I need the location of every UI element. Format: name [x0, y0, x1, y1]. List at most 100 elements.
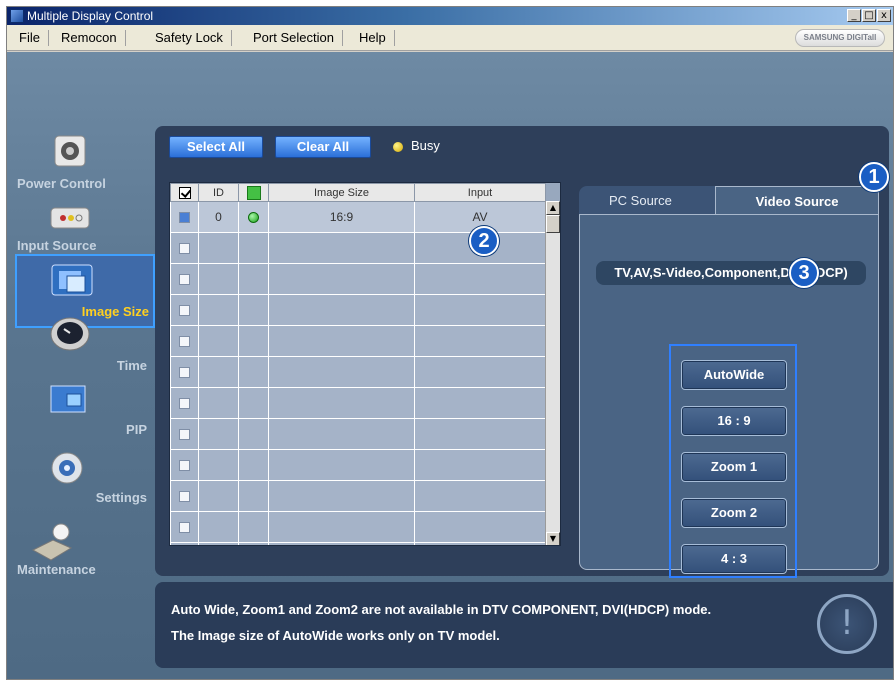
cell-input	[414, 511, 546, 543]
cell-image-size	[268, 511, 415, 543]
menu-safety-lock[interactable]: Safety Lock	[147, 30, 232, 46]
checkbox-icon	[179, 429, 190, 441]
row-checkbox[interactable]	[170, 542, 199, 545]
menu-help[interactable]: Help	[351, 30, 395, 46]
cell-image-size: 16:9	[268, 201, 415, 233]
cell-input	[414, 418, 546, 450]
cell-status	[238, 356, 269, 388]
table-row[interactable]	[170, 325, 546, 357]
menu-remocon[interactable]: Remocon	[53, 30, 126, 46]
row-checkbox[interactable]	[170, 201, 199, 233]
menu-port-selection[interactable]: Port Selection	[245, 30, 343, 46]
table-row[interactable]	[170, 449, 546, 481]
row-checkbox[interactable]	[170, 294, 199, 326]
cell-image-size	[268, 325, 415, 357]
header-select-all-checkbox[interactable]	[170, 183, 199, 202]
cell-id	[198, 232, 239, 264]
zoom-1-button[interactable]: Zoom 1	[681, 452, 787, 482]
row-checkbox[interactable]	[170, 325, 199, 357]
table-row[interactable]	[170, 542, 546, 545]
sidebar-item-settings[interactable]: Settings	[15, 450, 155, 522]
checkbox-icon	[179, 460, 190, 472]
cell-input	[414, 325, 546, 357]
ratio-4-3-button[interactable]: 4 : 3	[681, 544, 787, 574]
menu-file[interactable]: File	[11, 30, 49, 46]
cell-image-size	[268, 542, 415, 545]
row-checkbox[interactable]	[170, 449, 199, 481]
cell-image-size	[268, 480, 415, 512]
sidebar-item-maintenance[interactable]: Maintenance	[15, 522, 155, 594]
table-row[interactable]	[170, 418, 546, 450]
app-window: Multiple Display Control _ □ x File Remo…	[6, 6, 894, 680]
cell-id	[198, 294, 239, 326]
online-status-icon	[248, 212, 259, 224]
cell-id	[198, 263, 239, 295]
row-checkbox[interactable]	[170, 480, 199, 512]
row-checkbox[interactable]	[170, 263, 199, 295]
video-source-modes: TV,AV,S-Video,Component,DVI(HDCP)	[596, 261, 866, 285]
clock-icon	[50, 317, 90, 351]
checkbox-icon	[178, 186, 191, 199]
table-scrollbar[interactable]: ▲ ▼	[545, 201, 560, 545]
app-body: Power Control Input Source Image Size Ti…	[7, 52, 893, 679]
cell-id	[198, 542, 239, 545]
sidebar-item-time[interactable]: Time	[15, 314, 155, 386]
select-all-button[interactable]: Select All	[169, 136, 263, 158]
cell-image-size	[268, 294, 415, 326]
table-row[interactable]	[170, 263, 546, 295]
cell-input	[414, 480, 546, 512]
cell-input	[414, 356, 546, 388]
tab-video-source[interactable]: Video Source	[715, 186, 879, 216]
window-controls: _ □ x	[847, 9, 891, 22]
info-panel: Auto Wide, Zoom1 and Zoom2 are not avail…	[155, 582, 893, 668]
scroll-thumb[interactable]	[546, 215, 560, 233]
table-row[interactable]	[170, 480, 546, 512]
ratio-16-9-button[interactable]: 16 : 9	[681, 406, 787, 436]
scroll-down-icon[interactable]: ▼	[546, 532, 560, 545]
sidebar-item-power-control[interactable]: Power Control	[15, 132, 155, 204]
sidebar-label: Power Control	[17, 176, 106, 191]
cell-input	[414, 449, 546, 481]
sidebar-label: Settings	[95, 490, 147, 505]
callout-marker-1: 1	[859, 162, 889, 192]
row-checkbox[interactable]	[170, 511, 199, 543]
minimize-button[interactable]: _	[847, 9, 861, 22]
checkbox-icon	[179, 491, 190, 503]
sidebar-label: Input Source	[17, 238, 97, 253]
cell-status	[238, 387, 269, 419]
maximize-button[interactable]: □	[862, 9, 876, 22]
cell-status	[238, 449, 269, 481]
checkbox-icon	[179, 274, 190, 286]
zoom-2-button[interactable]: Zoom 2	[681, 498, 787, 528]
image-size-icon	[51, 264, 93, 296]
autowide-button[interactable]: AutoWide	[681, 360, 787, 390]
checkbox-icon	[179, 398, 190, 410]
table-row[interactable]	[170, 294, 546, 326]
checkbox-icon	[179, 212, 190, 224]
clear-all-button[interactable]: Clear All	[275, 136, 371, 158]
info-line-1: Auto Wide, Zoom1 and Zoom2 are not avail…	[171, 602, 712, 617]
display-grid: ID Image Size Input 0 16:9 AV ▲ ▼	[169, 182, 561, 546]
sidebar-item-pip[interactable]: PIP	[15, 382, 155, 454]
cell-input	[414, 294, 546, 326]
brand-logo: SAMSUNG DIGITall	[795, 29, 885, 47]
table-row[interactable]	[170, 387, 546, 419]
source-tabs: PC Source Video Source	[579, 186, 879, 216]
scroll-up-icon[interactable]: ▲	[546, 201, 560, 215]
close-button[interactable]: x	[877, 9, 891, 22]
row-checkbox[interactable]	[170, 232, 199, 264]
busy-indicator-icon	[393, 142, 403, 152]
cell-image-size	[268, 232, 415, 264]
row-checkbox[interactable]	[170, 356, 199, 388]
checkbox-icon	[179, 367, 190, 379]
main-panel: Select All Clear All Busy ID Image Size …	[155, 126, 889, 578]
row-checkbox[interactable]	[170, 387, 199, 419]
table-row[interactable]	[170, 511, 546, 543]
cell-id	[198, 325, 239, 357]
table-row[interactable]	[170, 356, 546, 388]
row-checkbox[interactable]	[170, 418, 199, 450]
maintenance-icon	[31, 523, 73, 561]
tab-pc-source[interactable]: PC Source	[579, 186, 717, 216]
checkbox-icon	[179, 336, 190, 348]
cell-image-size	[268, 449, 415, 481]
